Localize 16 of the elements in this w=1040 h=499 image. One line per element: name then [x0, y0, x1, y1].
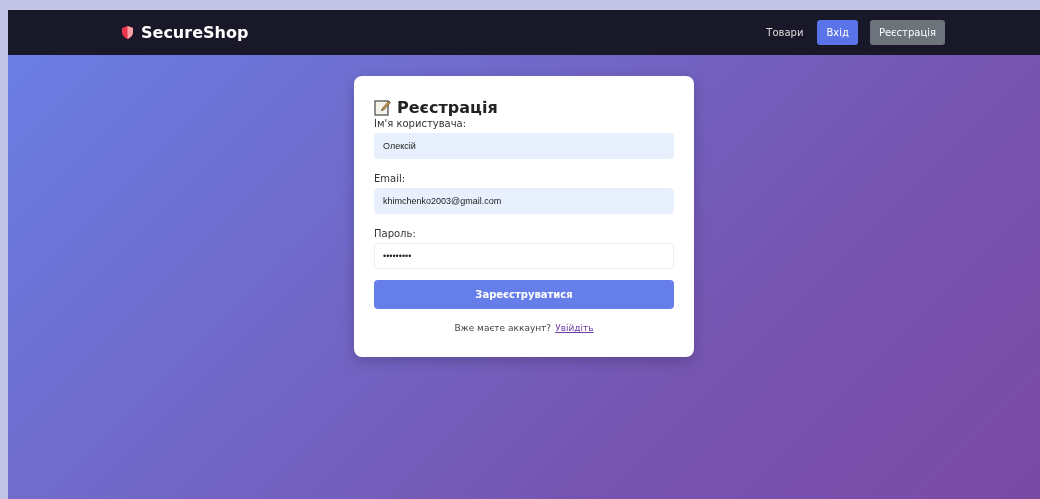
nav-link[interactable]: Реєстрація — [869, 20, 945, 45]
nav-link[interactable]: Вхід — [817, 20, 858, 45]
memo-icon — [374, 99, 391, 116]
brand-name[interactable]: SecureShop — [141, 23, 249, 42]
input-field[interactable]: ••••••••• — [374, 243, 674, 269]
login-link[interactable]: Увійдіть — [555, 323, 594, 333]
nav-link[interactable]: Товари — [764, 20, 806, 45]
footer-text: Вже маєте аккаунт? — [454, 323, 552, 333]
field-label: Пароль: — [374, 228, 417, 239]
input-field[interactable]: Олексій — [374, 133, 674, 159]
shield-icon — [122, 26, 133, 39]
input-field[interactable]: khimchenko2003@gmail.com — [374, 188, 674, 214]
form-title: Реєстрація — [397, 98, 498, 117]
field-label: Ім'я користувача: — [374, 118, 468, 129]
field-label: Email: — [374, 173, 407, 184]
register-button[interactable]: Зареєструватися — [374, 280, 674, 309]
